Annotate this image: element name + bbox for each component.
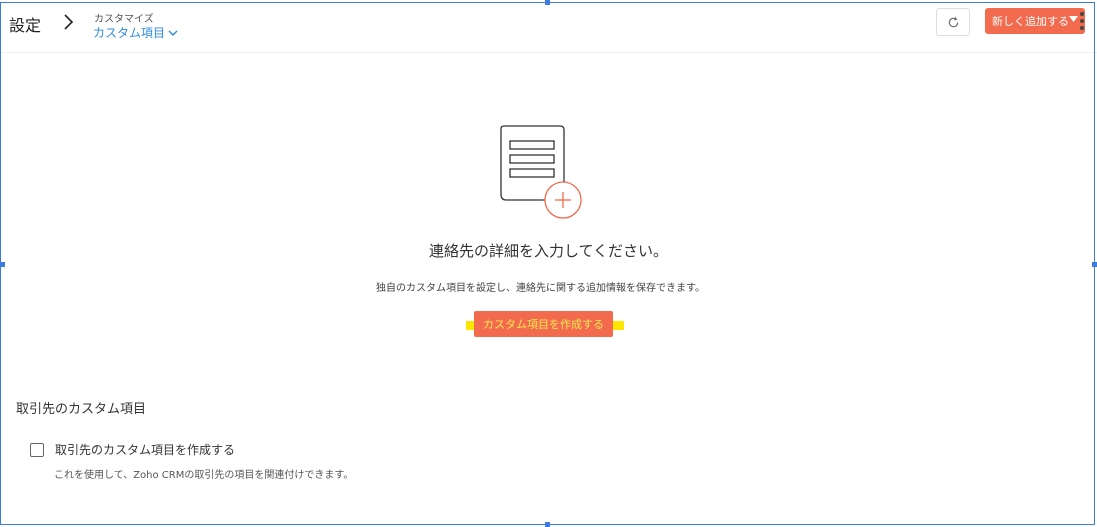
accounts-custom-field-checkbox[interactable] <box>30 443 44 457</box>
resize-handle-right[interactable] <box>1092 262 1097 267</box>
add-new-button[interactable]: 新しく追加する <box>985 8 1085 34</box>
breadcrumb-current-label: カスタム項目 <box>93 26 166 40</box>
top-bar: 設定 カスタマイズ カスタム項目 新しく追加する <box>0 0 1097 53</box>
refresh-icon <box>948 16 958 27</box>
accounts-custom-field-hint: これを使用して、Zoho CRMの取引先の項目を関連付けできます。 <box>54 470 354 481</box>
refresh-button[interactable] <box>936 8 970 36</box>
chevron-right-icon <box>64 14 74 30</box>
document-add-illustration <box>500 125 582 219</box>
resize-handle-top[interactable] <box>545 0 550 5</box>
caret-down-icon <box>1069 16 1078 22</box>
add-new-label: 新しく追加する <box>992 15 1069 28</box>
breadcrumb-current-dropdown[interactable]: カスタム項目 <box>93 24 178 41</box>
resize-handle-left[interactable] <box>0 262 5 267</box>
resize-handle-bottom[interactable] <box>545 522 550 527</box>
page-title: 設定 <box>9 16 42 35</box>
kebab-menu-icon[interactable] <box>1080 12 1086 34</box>
create-custom-field-button[interactable]: カスタム項目を作成する <box>474 311 613 337</box>
empty-state-description: 独自のカスタム項目を設定し、連絡先に関する追加情報を保存できます。 <box>376 283 705 294</box>
chevron-down-icon <box>168 30 178 36</box>
empty-state-heading: 連絡先の詳細を入力してください。 <box>428 242 669 260</box>
accounts-section-heading: 取引先のカスタム項目 <box>16 402 147 417</box>
breadcrumb-parent[interactable]: カスタマイズ <box>94 10 154 25</box>
accounts-custom-field-checkbox-label[interactable]: 取引先のカスタム項目を作成する <box>55 441 235 458</box>
